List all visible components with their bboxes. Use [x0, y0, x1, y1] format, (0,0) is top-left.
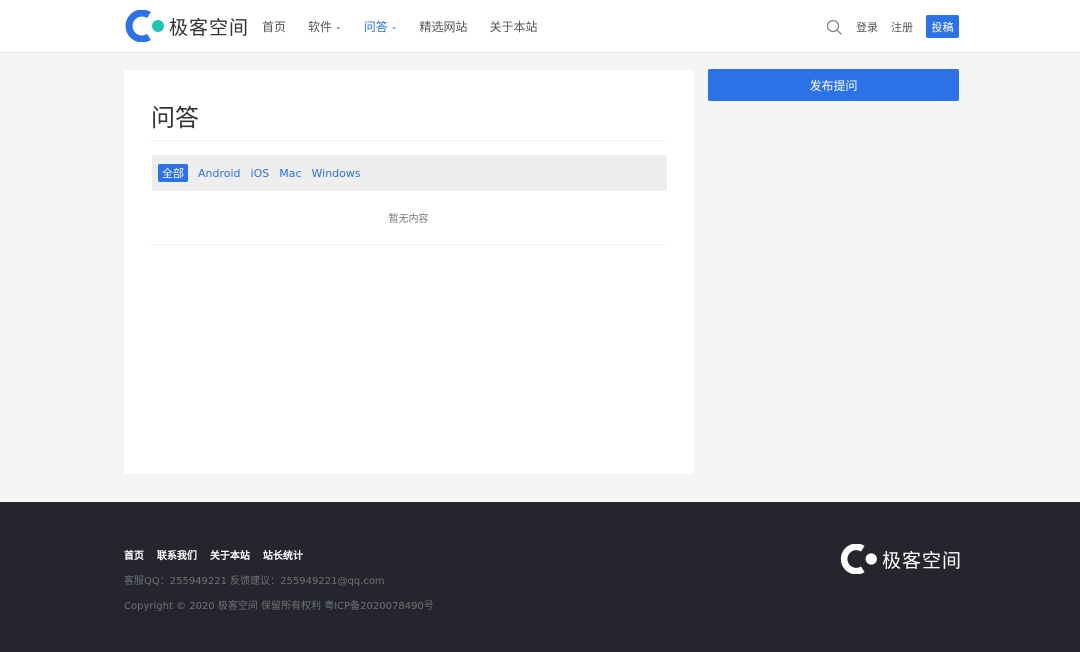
- nav-item-home[interactable]: 首页: [262, 18, 286, 35]
- site-footer: 首页 联系我们 关于本站 站长统计 客服QQ：255949221 反馈建议：25…: [0, 502, 1080, 652]
- nav-item-qa[interactable]: 问答 ⌄: [364, 18, 398, 35]
- site-logo[interactable]: 极客空间: [125, 10, 249, 42]
- filter-all[interactable]: 全部: [158, 164, 188, 182]
- nav-item-software[interactable]: 软件 ⌄: [308, 18, 342, 35]
- footer-links: 首页 联系我们 关于本站 站长统计: [124, 547, 316, 562]
- nav-item-label: 精选网站: [419, 20, 468, 34]
- footer-contact-info: 客服QQ：255949221 反馈建议：255949221@qq.com: [124, 576, 385, 587]
- footer-link-contact[interactable]: 联系我们: [157, 547, 197, 562]
- site-header: 极客空间 首页 软件 ⌄ 问答 ⌄ 精选网站 关于本站 登录 注册 投稿: [0, 0, 1080, 53]
- filter-android[interactable]: Android: [198, 164, 241, 182]
- login-link[interactable]: 登录: [856, 19, 878, 35]
- filter-mac[interactable]: Mac: [279, 164, 301, 182]
- nav-item-label: 问答: [363, 20, 388, 34]
- footer-link-home[interactable]: 首页: [124, 547, 144, 562]
- logo-icon: [125, 10, 164, 42]
- logo-text: 极客空间: [882, 549, 963, 572]
- footer-link-about[interactable]: 关于本站: [210, 547, 250, 562]
- search-icon[interactable]: [826, 19, 842, 35]
- category-filter-bar: 全部 Android iOS Mac Windows: [152, 155, 667, 191]
- nav-item-label: 软件: [308, 20, 333, 34]
- chevron-down-icon: ⌄: [390, 22, 398, 31]
- filter-windows[interactable]: Windows: [312, 164, 361, 182]
- nav-item-label: 关于本站: [489, 20, 538, 34]
- nav-item-sites[interactable]: 精选网站: [419, 18, 467, 35]
- divider: [151, 140, 666, 141]
- register-link[interactable]: 注册: [891, 19, 913, 35]
- post-button[interactable]: 投稿: [926, 15, 959, 38]
- chevron-down-icon: ⌄: [335, 22, 342, 31]
- nav-item-label: 首页: [262, 20, 287, 34]
- ask-question-button[interactable]: 发布提问: [708, 69, 959, 101]
- logo-text: 极客空间: [169, 16, 250, 39]
- divider: [151, 244, 666, 245]
- header-actions: 登录 注册 投稿: [826, 15, 959, 38]
- empty-state-text: 暂无内容: [388, 214, 429, 225]
- filter-ios[interactable]: iOS: [251, 164, 270, 182]
- footer-link-stats[interactable]: 站长统计: [263, 547, 303, 562]
- logo-icon: [840, 544, 877, 574]
- qa-card: 问答 全部 Android iOS Mac Windows 暂无内容: [124, 70, 694, 474]
- page-title: 问答: [151, 104, 199, 132]
- main-nav: 首页 软件 ⌄ 问答 ⌄ 精选网站 关于本站: [262, 0, 559, 53]
- footer-copyright: Copyright © 2020 极客空间 保留所有权利 粤ICP备202007…: [124, 601, 434, 612]
- footer-logo: 极客空间: [840, 544, 962, 574]
- nav-item-about[interactable]: 关于本站: [489, 18, 537, 35]
